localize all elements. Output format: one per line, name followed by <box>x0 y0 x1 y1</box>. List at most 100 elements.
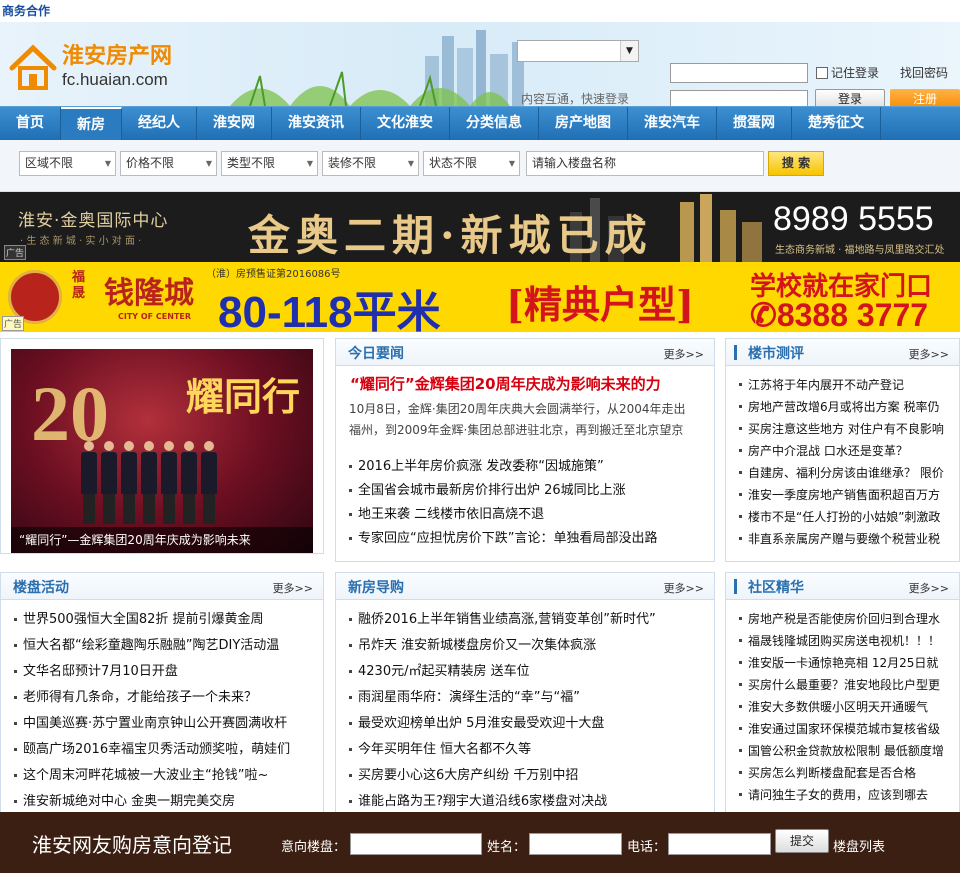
password-input[interactable] <box>670 90 808 106</box>
nav-item[interactable]: 淮安汽车 <box>628 107 717 141</box>
list-item[interactable]: 最受欢迎榜单出炉 5月淮安最受欢迎十大盘 <box>348 711 708 737</box>
ad-area: 80-118平米 <box>218 288 441 332</box>
list-item[interactable]: 淮安通过国家环保模范城市复核省级 <box>738 718 956 740</box>
list-item[interactable]: 今年买明年住 恒大名都不久等 <box>348 737 708 763</box>
status-select[interactable]: 状态不限 ▼ <box>423 151 520 176</box>
name-input[interactable] <box>529 833 622 855</box>
nav-item[interactable]: 房产地图 <box>539 107 628 141</box>
login-button[interactable]: 登录 <box>815 89 885 106</box>
list-item[interactable]: 自建房、福利分房该由谁继承？ 限价 <box>738 462 956 484</box>
ad-slogan: 金奥二期·新城已成 <box>248 211 653 260</box>
ad-tag: 广告 <box>4 245 27 260</box>
list-item[interactable]: 福晟钱隆城团购买房送电视机！！！ <box>738 630 956 652</box>
list-item[interactable]: 房地产税是否能使房价回归到合理水 <box>738 608 956 630</box>
ad-brand-small: 福晟 <box>72 270 86 301</box>
people-on-stage <box>81 441 217 525</box>
panel-title: 新房导购 <box>348 580 404 596</box>
list-item[interactable]: 淮安版一卡通惊艳亮相 12月25日就 <box>738 652 956 674</box>
more-link[interactable]: 更多>> <box>273 580 313 596</box>
nav-item[interactable]: 经纪人 <box>122 107 197 141</box>
remember-checkbox[interactable] <box>816 66 828 79</box>
list-item[interactable]: 请问独生子女的费用，应该到哪去 <box>738 784 956 806</box>
type-select[interactable]: 类型不限 ▼ <box>221 151 318 176</box>
register-button[interactable]: 注册 <box>890 89 960 106</box>
area-select[interactable]: 区域不限 ▼ <box>19 151 116 176</box>
list-item[interactable]: 专家回应“应担忧房价下跌”言论：单独看局部没出路 <box>348 527 704 551</box>
list-item[interactable]: 非直系亲属房产赠与要缴个税营业税 <box>738 528 956 550</box>
list-item[interactable]: 淮安大多数供暖小区明天开通暖气 <box>738 696 956 718</box>
price-select[interactable]: 价格不限 ▼ <box>120 151 217 176</box>
activity-list: 世界500强恒大全国82折 提前引爆黄金周 恒大名都“绘彩童趣陶乐融融”陶艺DIY… <box>13 607 319 815</box>
phone-label: 电话： <box>627 840 667 855</box>
nav-item[interactable]: 首页 <box>0 107 61 141</box>
list-item[interactable]: 恒大名都“绘彩童趣陶乐融融”陶艺DIY活动温 <box>13 633 319 659</box>
list-item[interactable]: 文华名邸预计7月10日开盘 <box>13 659 319 685</box>
nav-item[interactable]: 分类信息 <box>450 107 539 141</box>
photo-caption[interactable]: “耀同行”—金辉集团20周年庆成为影响未来 <box>11 527 313 553</box>
panel-title: 楼市测评 <box>748 346 804 362</box>
submit-button[interactable]: 提交 <box>775 829 829 853</box>
purchase-intent-bar: 淮安网友购房意向登记 意向楼盘： 姓名： 电话： 提交 楼盘列表 <box>0 812 960 873</box>
dropdown-arrow-icon: ▼ <box>306 159 313 168</box>
dropdown-arrow-icon: ▼ <box>205 159 212 168</box>
nav-item[interactable]: 淮安网 <box>197 107 272 141</box>
list-item[interactable]: 全国省会城市最新房价排行出炉 26城同比上涨 <box>348 479 704 503</box>
list-item[interactable]: 吊炸天 淮安新城楼盘房价又一次集体疯涨 <box>348 633 708 659</box>
status-select-value: 状态不限 <box>429 156 478 170</box>
estate-input[interactable] <box>350 833 482 855</box>
decoration-select[interactable]: 装修不限 ▼ <box>322 151 419 176</box>
ad-brand: 钱隆城 <box>104 276 194 311</box>
estate-search-input[interactable]: 请输入楼盘名称 <box>526 151 764 176</box>
list-item[interactable]: 颐高广场2016幸福宝贝秀活动颁奖啦，萌娃们 <box>13 737 319 763</box>
list-item[interactable]: 江苏将于年内展开不动产登记 <box>738 374 956 396</box>
list-item[interactable]: 买房怎么判断楼盘配套是否合格 <box>738 762 956 784</box>
nav-item[interactable]: 文化淮安 <box>361 107 450 141</box>
phone-input[interactable] <box>668 833 771 855</box>
nav-item[interactable]: 新房 <box>61 107 122 141</box>
headline-link[interactable]: “耀同行”金辉集团20周年庆成为影响未来的力 <box>350 373 661 394</box>
find-password-link[interactable]: 找回密码 <box>900 64 948 81</box>
more-link[interactable]: 更多>> <box>664 580 704 596</box>
list-item[interactable]: 买房注意这些地方 对住户有不良影响 <box>738 418 956 440</box>
site-select[interactable]: ▼ <box>517 40 639 62</box>
ad-project-sub: · 生 态 新 城 · 实 小 对 面 · <box>20 236 142 247</box>
nav-item[interactable]: 楚秀征文 <box>792 107 881 141</box>
headline-summary: 10月8日，金辉·集团20周年庆典大会圆满举行，从2004年走出福州，到2009… <box>349 402 686 437</box>
more-link[interactable]: 更多>> <box>909 346 949 362</box>
username-input[interactable] <box>670 63 808 83</box>
market-review-panel: 楼市测评 更多>> 江苏将于年内展开不动产登记 房地产营改增6月或将出方案 税率仍买… <box>725 338 960 562</box>
site-logo[interactable]: 淮安房产网 fc.huaian.com <box>8 42 172 92</box>
list-item[interactable]: 这个周末河畔花城被一大波业主“抢钱”啦~ <box>13 763 319 789</box>
login-note: 内容互通，快速登录 <box>521 92 630 106</box>
list-item[interactable]: 房产中介混战 口水还是变革？ <box>738 440 956 462</box>
list-item[interactable]: 世界500强恒大全国82折 提前引爆黄金周 <box>13 607 319 633</box>
estate-list-link[interactable]: 楼盘列表 <box>833 836 885 855</box>
list-item[interactable]: 中国美巡赛·苏宁置业南京钟山公开赛圆满收杆 <box>13 711 319 737</box>
list-item[interactable]: 老师得有几条命，才能给孩子一个未来？ <box>13 685 319 711</box>
search-button[interactable]: 搜 索 <box>768 151 824 176</box>
list-item[interactable]: 雨润星雨华府：演绎生活的“幸”与“福” <box>348 685 708 711</box>
list-item[interactable]: 地王来袭 二线楼市依旧高烧不退 <box>348 503 704 527</box>
list-item[interactable]: 买房要小心这6大房产纠纷 千万别中招 <box>348 763 708 789</box>
list-item[interactable]: 国管公积金贷款放松限制 最低额度增 <box>738 740 956 762</box>
nav-item[interactable]: 淮安资讯 <box>272 107 361 141</box>
remember-login[interactable]: 记住登录 <box>816 64 879 81</box>
list-item[interactable]: 融侨2016上半年销售业绩高涨,营销变革创”新时代” <box>348 607 708 633</box>
jinao-banner-ad[interactable]: 淮安·金奥国际中心 · 生 态 新 城 · 实 小 对 面 · 金奥二期·新城已… <box>0 192 960 262</box>
list-item[interactable]: 房地产营改增6月或将出方案 税率仍 <box>738 396 956 418</box>
nav-item[interactable]: 掼蛋网 <box>717 107 792 141</box>
list-item[interactable]: 2016上半年房价疯涨 发改委称“因城施策” <box>348 455 704 479</box>
list-item[interactable]: 买房什么最重要？淮安地段比户型更 <box>738 674 956 696</box>
news-photo[interactable]: 20 耀同行 “耀同行”—金辉集团20周年庆成为影响未来 <box>0 338 324 554</box>
business-cooperation-link[interactable]: 商务合作 <box>0 0 960 22</box>
dropdown-arrow-icon: ▼ <box>407 159 414 168</box>
list-item[interactable]: 4230元/㎡起买精装房 送车位 <box>348 659 708 685</box>
grass-decoration <box>230 71 510 106</box>
qianlongcheng-banner-ad[interactable]: 福晟 钱隆城 CITY OF CENTER （淮）房预售证第2016086号 8… <box>0 262 960 332</box>
photo-banner-text: 耀同行 <box>186 374 301 419</box>
list-item[interactable]: 楼市不是“任人打扮的小姑娘”刺激政 <box>738 506 956 528</box>
list-item[interactable]: 淮安一季度房地产销售面积超百万方 <box>738 484 956 506</box>
more-link[interactable]: 更多>> <box>909 580 949 596</box>
more-link[interactable]: 更多>> <box>664 346 704 362</box>
main-nav: 首页 新房 经纪人 淮安网 淮安资讯 文化淮安 分类信息 房产地图 淮安汽车 掼蛋网 楚秀征文 <box>0 106 960 141</box>
